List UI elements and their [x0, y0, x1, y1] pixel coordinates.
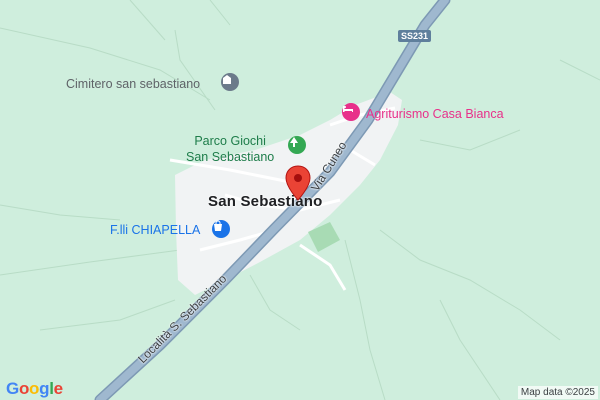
hotel-label[interactable]: Agriturismo Casa Bianca [366, 108, 504, 121]
bed-icon[interactable] [342, 103, 360, 121]
route-shield: SS231 [398, 30, 432, 42]
cemetery-icon[interactable] [221, 73, 239, 91]
google-logo: Google [6, 379, 63, 399]
logo-letter-6: e [53, 379, 63, 398]
logo-letter-1: G [6, 379, 19, 398]
shopping-bag-icon[interactable] [212, 220, 230, 238]
bed-glyph [343, 106, 353, 112]
store-label[interactable]: F.lli CHIAPELLA [110, 224, 200, 237]
tree-glyph [290, 137, 298, 147]
cemetery-glyph [223, 75, 231, 84]
logo-letter-3: o [29, 379, 40, 398]
logo-letter-2: o [18, 379, 30, 398]
bag-glyph [214, 220, 222, 231]
map-canvas[interactable]: SS231 Cimitero san sebastiano Parco Gioc… [0, 0, 600, 400]
tree-icon[interactable] [288, 136, 306, 154]
cemetery-label[interactable]: Cimitero san sebastiano [66, 78, 200, 91]
location-pin-icon[interactable] [285, 165, 311, 201]
park-label[interactable]: Parco Giochi San Sebastiano [186, 134, 274, 165]
map-attribution[interactable]: Map data ©2025 [517, 386, 598, 399]
logo-letter-4: g [39, 379, 50, 398]
